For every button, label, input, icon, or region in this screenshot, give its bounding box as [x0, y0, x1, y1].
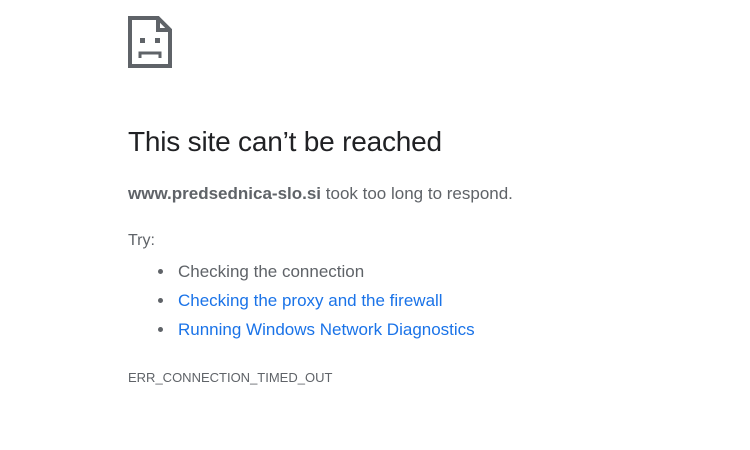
suggestion-item: Checking the connection [158, 259, 475, 288]
sad-page-icon [128, 16, 172, 68]
page-title: This site can’t be reached [128, 126, 442, 157]
proxy-firewall-link[interactable]: Checking the proxy and the firewall [178, 291, 443, 310]
bullet-icon [158, 298, 163, 303]
network-diagnostics-link[interactable]: Running Windows Network Diagnostics [178, 320, 475, 339]
bullet-icon [158, 269, 163, 274]
suggestion-item: Running Windows Network Diagnostics [158, 317, 475, 346]
error-code: ERR_CONNECTION_TIMED_OUT [128, 370, 333, 385]
suggestions-list: Checking the connection Checking the pro… [158, 259, 475, 346]
error-summary: www.predsednica-slo.si took too long to … [128, 184, 513, 204]
error-message: took too long to respond. [321, 184, 513, 203]
try-label: Try: [128, 232, 155, 249]
suggestion-item: Checking the proxy and the firewall [158, 288, 475, 317]
bullet-icon [158, 327, 163, 332]
site-host: www.predsednica-slo.si [128, 184, 322, 203]
suggestion-check-connection: Checking the connection [178, 262, 365, 281]
